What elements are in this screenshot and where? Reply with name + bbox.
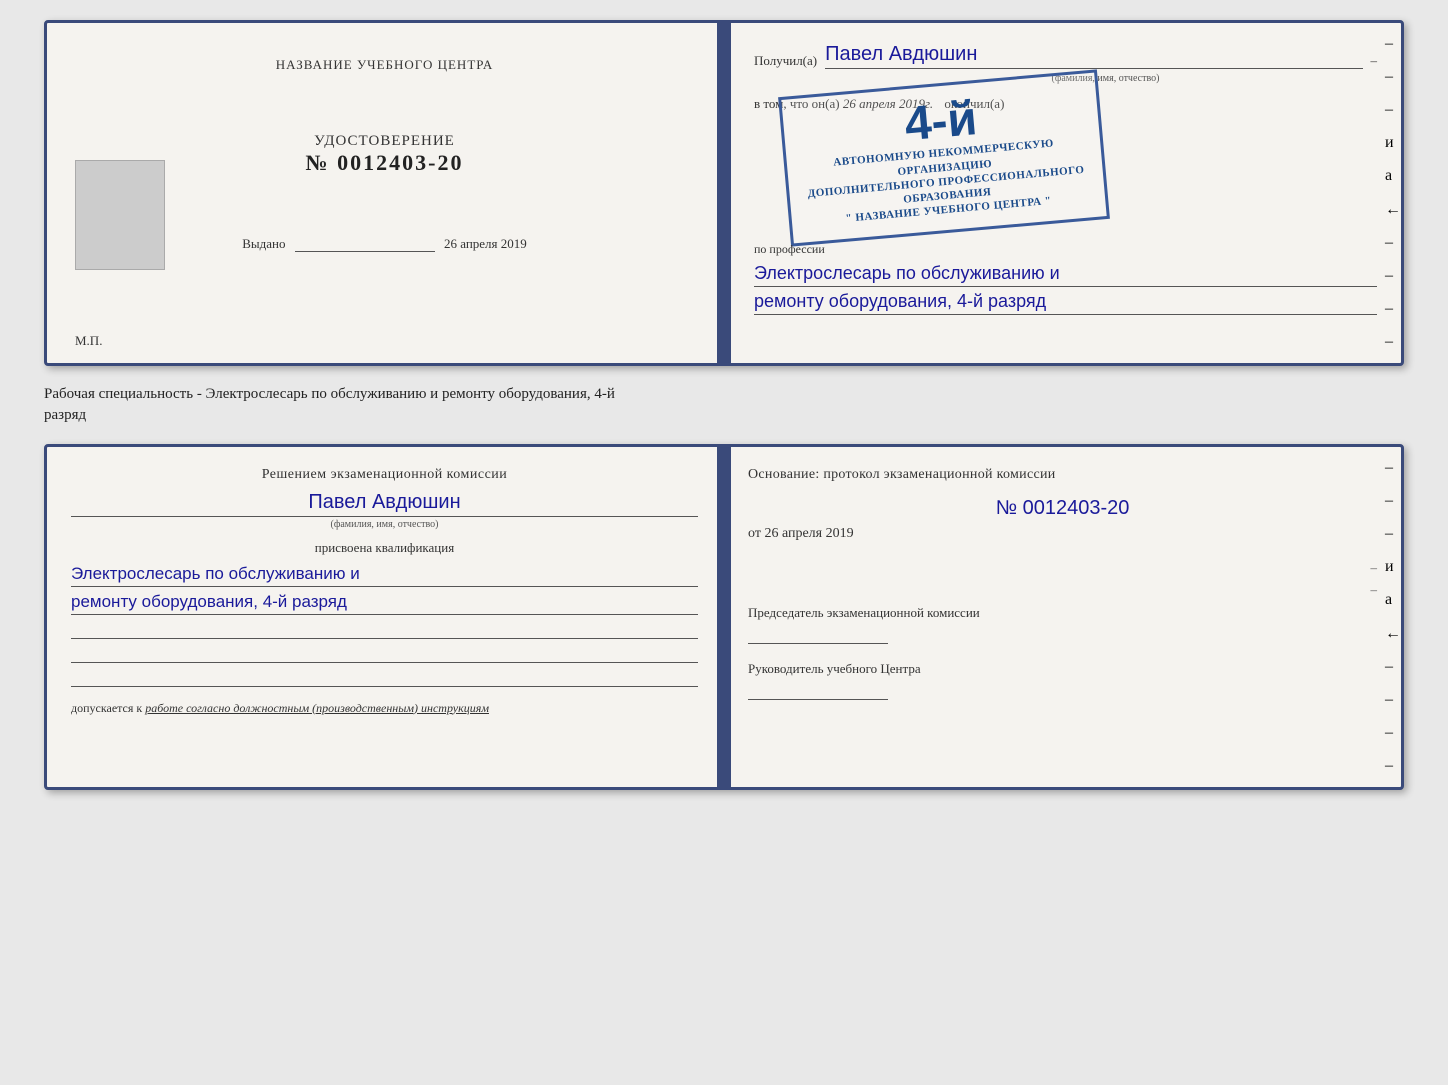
- rukov-sign-line: [748, 682, 888, 700]
- rukov-label: Руководитель учебного Центра: [748, 660, 1377, 678]
- qual-line1: Электрослесарь по обслуживанию и: [71, 562, 698, 587]
- between-label: Рабочая специальность - Электрослесарь п…: [44, 384, 1404, 426]
- qual-line2: ремонту оборудования, 4-й разряд: [71, 590, 698, 615]
- recipient-name: Павел Авдюшин: [825, 43, 1362, 69]
- cert-left-page: НАЗВАНИЕ УЧЕБНОГО ЦЕНТРА УДОСТОВЕРЕНИЕ №…: [47, 23, 724, 363]
- assigned-label: присвоена квалификация: [71, 540, 698, 556]
- from-prefix: от: [748, 526, 761, 541]
- blank-line-1: [71, 621, 698, 639]
- dash-right-2: –: [748, 582, 1377, 598]
- issued-date-line: [295, 251, 435, 252]
- side-ticks-right-2: – – – и а ← – – – –: [1383, 447, 1401, 787]
- photo-placeholder: [75, 160, 165, 270]
- dash-right-1: –: [748, 560, 1377, 576]
- between-line1: Рабочая специальность - Электрослесарь п…: [44, 384, 1404, 405]
- blank-line-3: [71, 669, 698, 687]
- from-date-value: 26 апреля 2019: [764, 526, 853, 541]
- protocol-number: № 0012403-20: [748, 497, 1377, 520]
- issued-line: Выдано 26 апреля 2019: [75, 236, 694, 252]
- stamp-overlay: 4-й АВТОНОМНУЮ НЕКОММЕРЧЕСКУЮ ОРГАНИЗАЦИ…: [778, 69, 1110, 246]
- dopuskaetsya-value: работе согласно должностным (производств…: [145, 701, 489, 715]
- profession-line2: ремонту оборудования, 4-й разряд: [754, 289, 1377, 315]
- stamp-number: 4-й: [903, 95, 979, 149]
- person-name: Павел Авдюшин: [71, 491, 698, 517]
- issued-date: 26 апреля 2019: [444, 236, 527, 251]
- decision-heading: Решением экзаменационной комиссии: [71, 467, 698, 483]
- blank-line-2: [71, 645, 698, 663]
- osnov-heading: Основание: протокол экзаменационной коми…: [748, 467, 1377, 483]
- profession-prefix: по профессии: [754, 242, 1377, 257]
- cert-number: № 0012403-20: [75, 150, 694, 176]
- side-ticks-right: – – – и а ← – – – –: [1383, 23, 1401, 363]
- training-center-name: НАЗВАНИЕ УЧЕБНОГО ЦЕНТРА: [75, 57, 694, 73]
- issued-label: Выдано: [242, 236, 285, 251]
- chairman-label: Председатель экзаменационной комиссии: [748, 604, 1377, 622]
- cert-label: УДОСТОВЕРЕНИЕ: [75, 133, 694, 150]
- inner-right-page: Основание: протокол экзаменационной коми…: [724, 447, 1401, 787]
- received-prefix: Получил(a): [754, 53, 817, 69]
- fio-sub-2: (фамилия, имя, отчество): [71, 519, 698, 530]
- dopuskaetsya-line: допускается к работе согласно должностны…: [71, 701, 698, 716]
- certificate-card-2: Решением экзаменационной комиссии Павел …: [44, 444, 1404, 790]
- mp-label: М.П.: [75, 333, 102, 349]
- fio-sublabel: (фамилия, имя, отчество): [834, 73, 1377, 84]
- cert-right-page: Получил(a) Павел Авдюшин – (фамилия, имя…: [724, 23, 1401, 363]
- chairman-sign-line: [748, 626, 888, 644]
- from-date: от 26 апреля 2019: [748, 526, 1377, 542]
- inner-left-page: Решением экзаменационной комиссии Павел …: [47, 447, 724, 787]
- between-line2: разряд: [44, 405, 1404, 426]
- recipient-row: Получил(a) Павел Авдюшин –: [754, 43, 1377, 69]
- dash-1: –: [1371, 53, 1378, 69]
- profession-line1: Электрослесарь по обслуживанию и: [754, 261, 1377, 287]
- certificate-card-1: НАЗВАНИЕ УЧЕБНОГО ЦЕНТРА УДОСТОВЕРЕНИЕ №…: [44, 20, 1404, 366]
- dopuskaetsya-prefix: допускается к: [71, 701, 142, 715]
